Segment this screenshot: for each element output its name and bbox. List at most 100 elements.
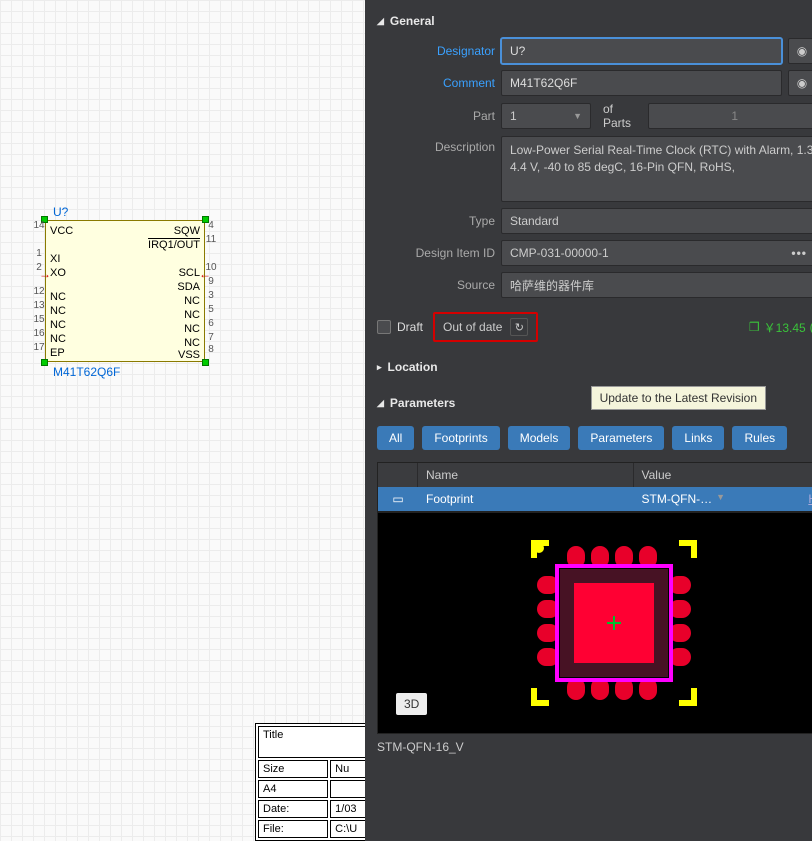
table-row[interactable]: ▭ Footprint STM-QFN-…▼Hide [378, 487, 812, 511]
pin-number: 8 [204, 344, 218, 355]
pin-name: VCC [46, 225, 77, 237]
pin-name: NC [180, 323, 204, 335]
pin-name: NC [180, 295, 204, 307]
price-value: ￥13.45 [764, 319, 806, 336]
section-title: General [390, 14, 435, 28]
section-title: Parameters [390, 396, 455, 410]
out-of-date-text: Out of date [443, 320, 502, 334]
cube-icon: ❒ [749, 320, 760, 334]
designator-input[interactable] [501, 38, 782, 64]
pin-number: 15 [32, 314, 46, 325]
resize-handle[interactable] [41, 359, 48, 366]
source-label: Source [377, 278, 495, 292]
design-item-field[interactable]: CMP-031-00000-1 ••• [501, 240, 812, 266]
pin-name: NC [46, 319, 70, 331]
filter-links[interactable]: Links [672, 426, 724, 450]
pin-number: 3 [204, 290, 218, 301]
parameter-filter-row: All Footprints Models Parameters Links R… [365, 418, 812, 458]
pin-number: 2 [32, 262, 46, 273]
3d-view-button[interactable]: 3D [396, 693, 427, 715]
title-block-size-lbl: Size [258, 760, 328, 778]
pin-name: NC [180, 337, 204, 349]
filter-footprints[interactable]: Footprints [422, 426, 499, 450]
designator-label[interactable]: Designator [377, 44, 495, 58]
source-value: 哈萨维的器件库 [510, 277, 594, 294]
pin-number: 9 [204, 276, 218, 287]
tooltip: Update to the Latest Revision [591, 386, 766, 410]
pin-name: EP [46, 347, 69, 359]
title-block-a4: A4 [258, 780, 328, 798]
row-name: Footprint [418, 487, 634, 511]
collapse-icon: ◢ [377, 16, 384, 27]
col-name[interactable]: Name [418, 463, 634, 487]
pin-number: 6 [204, 318, 218, 329]
filter-parameters[interactable]: Parameters [578, 426, 664, 450]
ofparts-text: of Parts [597, 102, 642, 130]
type-value: Standard [510, 214, 559, 228]
pin-number: 7 [204, 332, 218, 343]
more-icon: ••• [791, 246, 807, 260]
pin-name: SDA [173, 281, 204, 293]
pin-name: XI [46, 253, 64, 265]
component-designator: U? [53, 205, 68, 219]
comment-label[interactable]: Comment [377, 76, 495, 90]
title-block-file-lbl: File: [258, 820, 328, 838]
visibility-toggle-button[interactable]: ◉ [788, 70, 812, 96]
source-select[interactable]: 哈萨维的器件库▼ [501, 272, 812, 298]
collapse-icon: ◢ [377, 398, 384, 409]
pin-name: NC [46, 305, 70, 317]
visibility-toggle-button[interactable]: ◉ [788, 38, 812, 64]
part-label: Part [377, 109, 495, 123]
pin-number: 5 [204, 304, 218, 315]
filter-all[interactable]: All [377, 426, 414, 450]
price-info[interactable]: ❒ ￥13.45 (22k) [749, 315, 812, 339]
col-value[interactable]: Value [634, 463, 812, 487]
pin-number: 13 [32, 300, 46, 311]
pin-number: 1 [32, 248, 46, 259]
pin-name: NC [180, 309, 204, 321]
pin-number: 14 [32, 220, 46, 231]
type-select[interactable]: Standard▼ [501, 208, 812, 234]
pin-name: NC [46, 291, 70, 303]
footprint-name: STM-QFN-16_V [365, 734, 812, 760]
expand-icon: ▸ [377, 362, 382, 373]
col-blank[interactable] [378, 463, 418, 487]
filter-models[interactable]: Models [508, 426, 571, 450]
footprint-preview[interactable]: 3D [377, 512, 812, 734]
pin-name: NC [46, 333, 70, 345]
pin-number: 4 [204, 220, 218, 231]
parameters-table: Name Value ▭ Footprint STM-QFN-…▼Hide [377, 462, 812, 512]
title-block-date-lbl: Date: [258, 800, 328, 818]
schematic-canvas[interactable]: U? 14VCC 1XI → 2XO 12NC 13NC 15NC 16NC 1… [0, 0, 365, 841]
section-title: Location [388, 360, 438, 374]
design-item-label: Design Item ID [377, 246, 495, 260]
description-textarea[interactable]: Low-Power Serial Real-Time Clock (RTC) w… [501, 136, 812, 202]
part-value: 1 [510, 109, 517, 123]
section-location-header[interactable]: ▸ Location [377, 356, 812, 378]
pin-number: 16 [32, 328, 46, 339]
pin-name: SQW [170, 225, 204, 237]
footprint-icon: ▭ [378, 487, 418, 511]
pin-name: IRQ1/OUT [144, 239, 204, 251]
pin-number: 17 [32, 342, 46, 353]
component-comment: M41T62Q6F [53, 365, 120, 379]
out-of-date-badge: Out of date ↻ [433, 312, 538, 342]
row-value: STM-QFN-… [642, 492, 713, 506]
properties-panel: ◢General Designator ◉ 🔒 Comment ◉ 🔒 Part… [365, 0, 812, 841]
refresh-button[interactable]: ↻ [510, 318, 528, 336]
section-general-header[interactable]: ◢ General [377, 10, 812, 32]
pin-name: VSS [174, 349, 204, 361]
pin-number: 12 [32, 286, 46, 297]
comment-input[interactable] [501, 70, 782, 96]
draft-checkbox[interactable] [377, 320, 391, 334]
design-item-value: CMP-031-00000-1 [510, 246, 609, 260]
part-select[interactable]: 1▼ [501, 103, 591, 129]
component-body[interactable]: 14VCC 1XI → 2XO 12NC 13NC 15NC 16NC 17EP… [45, 220, 205, 362]
filter-rules[interactable]: Rules [732, 426, 787, 450]
hide-link[interactable]: Hide [808, 492, 812, 506]
description-label: Description [377, 136, 495, 154]
draft-label: Draft [397, 320, 423, 334]
footprint-graphic [519, 528, 709, 718]
type-label: Type [377, 214, 495, 228]
pin-name: XO [46, 267, 70, 279]
